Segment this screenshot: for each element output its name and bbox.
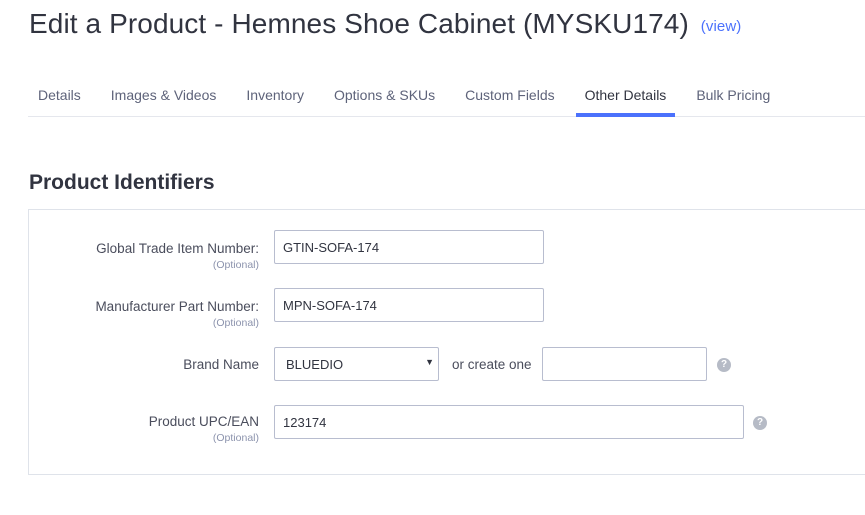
gtin-input[interactable] bbox=[274, 230, 544, 264]
tab-details[interactable]: Details bbox=[28, 76, 90, 116]
new-brand-input[interactable] bbox=[542, 347, 707, 381]
page-title-text: Edit a Product - Hemnes Shoe Cabinet (MY… bbox=[29, 8, 689, 39]
upc-label: Product UPC/EAN bbox=[148, 414, 259, 429]
mpn-label: Manufacturer Part Number: bbox=[95, 299, 259, 314]
view-link[interactable]: (view) bbox=[701, 18, 742, 35]
tab-bar: Details Images & Videos Inventory Option… bbox=[28, 76, 865, 117]
brand-help-icon[interactable]: ? bbox=[717, 358, 731, 372]
brand-select[interactable]: BLUEDIO ▼ bbox=[274, 347, 439, 381]
mpn-label-group: Manufacturer Part Number: (Optional) bbox=[95, 299, 259, 329]
brand-label-group: Brand Name bbox=[183, 357, 259, 372]
brand-select-value: BLUEDIO bbox=[286, 357, 344, 372]
upc-optional-hint: (Optional) bbox=[212, 432, 259, 444]
product-identifiers-panel: Global Trade Item Number: (Optional) Man… bbox=[28, 209, 865, 475]
tab-options-skus[interactable]: Options & SKUs bbox=[325, 76, 444, 116]
upc-label-group: Product UPC/EAN (Optional) bbox=[149, 414, 259, 444]
upc-input[interactable] bbox=[274, 405, 744, 439]
tab-images-videos[interactable]: Images & Videos bbox=[102, 76, 226, 116]
gtin-label: Global Trade Item Number: bbox=[96, 241, 259, 256]
or-create-label: or create one bbox=[452, 357, 532, 372]
mpn-optional-hint: (Optional) bbox=[212, 317, 259, 329]
upc-help-icon[interactable]: ? bbox=[753, 416, 767, 430]
brand-label: Brand Name bbox=[183, 357, 259, 372]
gtin-label-group: Global Trade Item Number: (Optional) bbox=[96, 241, 259, 271]
tab-bulk-pricing[interactable]: Bulk Pricing bbox=[687, 76, 779, 116]
section-title: Product Identifiers bbox=[29, 171, 215, 194]
tab-custom-fields[interactable]: Custom Fields bbox=[456, 76, 563, 116]
caret-down-icon: ▼ bbox=[425, 357, 434, 367]
gtin-optional-hint: (Optional) bbox=[212, 259, 259, 271]
mpn-input[interactable] bbox=[274, 288, 544, 322]
tab-other-details[interactable]: Other Details bbox=[575, 76, 676, 117]
tab-inventory[interactable]: Inventory bbox=[237, 76, 313, 116]
page-title: Edit a Product - Hemnes Shoe Cabinet (MY… bbox=[29, 8, 741, 40]
